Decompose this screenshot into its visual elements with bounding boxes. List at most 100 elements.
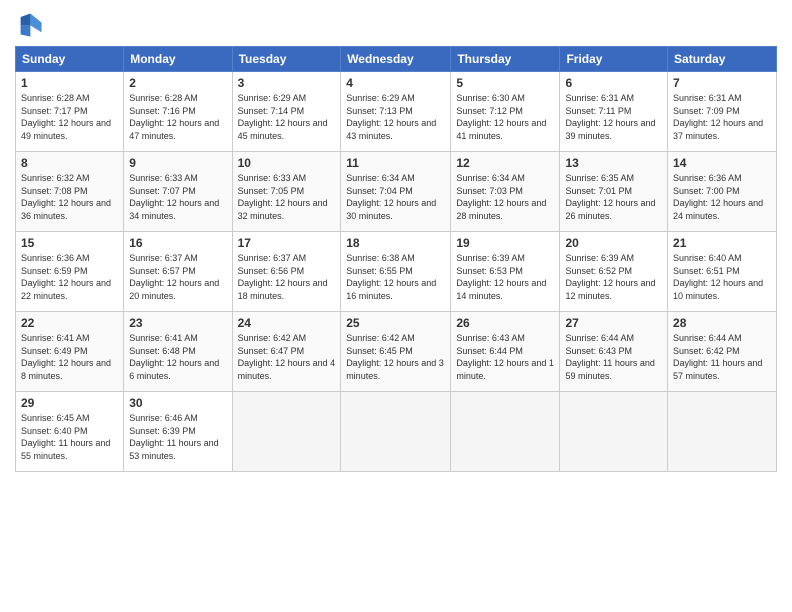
day-number: 14 bbox=[673, 156, 771, 170]
calendar-cell: 21 Sunrise: 6:40 AMSunset: 6:51 PMDaylig… bbox=[668, 232, 777, 312]
calendar-cell: 2 Sunrise: 6:28 AMSunset: 7:16 PMDayligh… bbox=[124, 72, 232, 152]
day-detail: Sunrise: 6:33 AMSunset: 7:05 PMDaylight:… bbox=[238, 172, 336, 222]
day-number: 17 bbox=[238, 236, 336, 250]
calendar-cell: 19 Sunrise: 6:39 AMSunset: 6:53 PMDaylig… bbox=[451, 232, 560, 312]
calendar-header-row: Sunday Monday Tuesday Wednesday Thursday… bbox=[16, 47, 777, 72]
day-detail: Sunrise: 6:34 AMSunset: 7:03 PMDaylight:… bbox=[456, 172, 554, 222]
calendar-cell: 17 Sunrise: 6:37 AMSunset: 6:56 PMDaylig… bbox=[232, 232, 341, 312]
calendar-cell: 15 Sunrise: 6:36 AMSunset: 6:59 PMDaylig… bbox=[16, 232, 124, 312]
calendar-week-4: 29 Sunrise: 6:45 AMSunset: 6:40 PMDaylig… bbox=[16, 392, 777, 472]
col-saturday: Saturday bbox=[668, 47, 777, 72]
calendar-cell: 11 Sunrise: 6:34 AMSunset: 7:04 PMDaylig… bbox=[341, 152, 451, 232]
day-number: 10 bbox=[238, 156, 336, 170]
calendar-cell: 5 Sunrise: 6:30 AMSunset: 7:12 PMDayligh… bbox=[451, 72, 560, 152]
header bbox=[15, 10, 777, 38]
col-tuesday: Tuesday bbox=[232, 47, 341, 72]
day-detail: Sunrise: 6:39 AMSunset: 6:52 PMDaylight:… bbox=[565, 252, 662, 302]
calendar-cell: 7 Sunrise: 6:31 AMSunset: 7:09 PMDayligh… bbox=[668, 72, 777, 152]
day-number: 30 bbox=[129, 396, 226, 410]
day-detail: Sunrise: 6:28 AMSunset: 7:16 PMDaylight:… bbox=[129, 92, 226, 142]
day-detail: Sunrise: 6:46 AMSunset: 6:39 PMDaylight:… bbox=[129, 412, 226, 462]
calendar-cell: 8 Sunrise: 6:32 AMSunset: 7:08 PMDayligh… bbox=[16, 152, 124, 232]
day-detail: Sunrise: 6:35 AMSunset: 7:01 PMDaylight:… bbox=[565, 172, 662, 222]
day-number: 27 bbox=[565, 316, 662, 330]
day-number: 1 bbox=[21, 76, 118, 90]
calendar-cell: 4 Sunrise: 6:29 AMSunset: 7:13 PMDayligh… bbox=[341, 72, 451, 152]
logo-icon bbox=[15, 10, 43, 38]
day-detail: Sunrise: 6:31 AMSunset: 7:11 PMDaylight:… bbox=[565, 92, 662, 142]
day-detail: Sunrise: 6:30 AMSunset: 7:12 PMDaylight:… bbox=[456, 92, 554, 142]
col-friday: Friday bbox=[560, 47, 668, 72]
day-detail: Sunrise: 6:40 AMSunset: 6:51 PMDaylight:… bbox=[673, 252, 771, 302]
calendar-cell bbox=[341, 392, 451, 472]
day-number: 11 bbox=[346, 156, 445, 170]
day-number: 24 bbox=[238, 316, 336, 330]
calendar-cell: 23 Sunrise: 6:41 AMSunset: 6:48 PMDaylig… bbox=[124, 312, 232, 392]
day-detail: Sunrise: 6:38 AMSunset: 6:55 PMDaylight:… bbox=[346, 252, 445, 302]
calendar-week-3: 22 Sunrise: 6:41 AMSunset: 6:49 PMDaylig… bbox=[16, 312, 777, 392]
day-number: 29 bbox=[21, 396, 118, 410]
col-thursday: Thursday bbox=[451, 47, 560, 72]
calendar-week-1: 8 Sunrise: 6:32 AMSunset: 7:08 PMDayligh… bbox=[16, 152, 777, 232]
day-number: 28 bbox=[673, 316, 771, 330]
day-number: 16 bbox=[129, 236, 226, 250]
calendar-cell bbox=[232, 392, 341, 472]
day-detail: Sunrise: 6:36 AMSunset: 6:59 PMDaylight:… bbox=[21, 252, 118, 302]
calendar-week-0: 1 Sunrise: 6:28 AMSunset: 7:17 PMDayligh… bbox=[16, 72, 777, 152]
calendar-cell: 22 Sunrise: 6:41 AMSunset: 6:49 PMDaylig… bbox=[16, 312, 124, 392]
day-detail: Sunrise: 6:44 AMSunset: 6:43 PMDaylight:… bbox=[565, 332, 662, 382]
day-number: 6 bbox=[565, 76, 662, 90]
col-sunday: Sunday bbox=[16, 47, 124, 72]
calendar-week-2: 15 Sunrise: 6:36 AMSunset: 6:59 PMDaylig… bbox=[16, 232, 777, 312]
calendar-cell: 28 Sunrise: 6:44 AMSunset: 6:42 PMDaylig… bbox=[668, 312, 777, 392]
day-number: 9 bbox=[129, 156, 226, 170]
logo bbox=[15, 10, 47, 38]
calendar-table: Sunday Monday Tuesday Wednesday Thursday… bbox=[15, 46, 777, 472]
day-number: 8 bbox=[21, 156, 118, 170]
calendar-cell: 20 Sunrise: 6:39 AMSunset: 6:52 PMDaylig… bbox=[560, 232, 668, 312]
day-number: 5 bbox=[456, 76, 554, 90]
calendar-cell: 1 Sunrise: 6:28 AMSunset: 7:17 PMDayligh… bbox=[16, 72, 124, 152]
day-detail: Sunrise: 6:29 AMSunset: 7:13 PMDaylight:… bbox=[346, 92, 445, 142]
day-number: 19 bbox=[456, 236, 554, 250]
day-detail: Sunrise: 6:41 AMSunset: 6:49 PMDaylight:… bbox=[21, 332, 118, 382]
calendar-cell: 3 Sunrise: 6:29 AMSunset: 7:14 PMDayligh… bbox=[232, 72, 341, 152]
day-detail: Sunrise: 6:44 AMSunset: 6:42 PMDaylight:… bbox=[673, 332, 771, 382]
day-detail: Sunrise: 6:36 AMSunset: 7:00 PMDaylight:… bbox=[673, 172, 771, 222]
day-number: 12 bbox=[456, 156, 554, 170]
day-number: 18 bbox=[346, 236, 445, 250]
day-number: 25 bbox=[346, 316, 445, 330]
calendar-cell: 27 Sunrise: 6:44 AMSunset: 6:43 PMDaylig… bbox=[560, 312, 668, 392]
day-detail: Sunrise: 6:41 AMSunset: 6:48 PMDaylight:… bbox=[129, 332, 226, 382]
day-number: 7 bbox=[673, 76, 771, 90]
calendar-cell bbox=[451, 392, 560, 472]
col-monday: Monday bbox=[124, 47, 232, 72]
day-number: 23 bbox=[129, 316, 226, 330]
calendar-cell: 16 Sunrise: 6:37 AMSunset: 6:57 PMDaylig… bbox=[124, 232, 232, 312]
day-detail: Sunrise: 6:29 AMSunset: 7:14 PMDaylight:… bbox=[238, 92, 336, 142]
calendar-cell: 10 Sunrise: 6:33 AMSunset: 7:05 PMDaylig… bbox=[232, 152, 341, 232]
day-detail: Sunrise: 6:28 AMSunset: 7:17 PMDaylight:… bbox=[21, 92, 118, 142]
day-detail: Sunrise: 6:37 AMSunset: 6:57 PMDaylight:… bbox=[129, 252, 226, 302]
calendar-cell: 14 Sunrise: 6:36 AMSunset: 7:00 PMDaylig… bbox=[668, 152, 777, 232]
day-detail: Sunrise: 6:42 AMSunset: 6:47 PMDaylight:… bbox=[238, 332, 336, 382]
day-detail: Sunrise: 6:42 AMSunset: 6:45 PMDaylight:… bbox=[346, 332, 445, 382]
day-number: 15 bbox=[21, 236, 118, 250]
day-number: 2 bbox=[129, 76, 226, 90]
day-detail: Sunrise: 6:31 AMSunset: 7:09 PMDaylight:… bbox=[673, 92, 771, 142]
day-detail: Sunrise: 6:39 AMSunset: 6:53 PMDaylight:… bbox=[456, 252, 554, 302]
day-detail: Sunrise: 6:43 AMSunset: 6:44 PMDaylight:… bbox=[456, 332, 554, 382]
day-detail: Sunrise: 6:33 AMSunset: 7:07 PMDaylight:… bbox=[129, 172, 226, 222]
day-number: 21 bbox=[673, 236, 771, 250]
day-number: 13 bbox=[565, 156, 662, 170]
calendar-cell bbox=[668, 392, 777, 472]
calendar-cell: 26 Sunrise: 6:43 AMSunset: 6:44 PMDaylig… bbox=[451, 312, 560, 392]
day-number: 26 bbox=[456, 316, 554, 330]
calendar-cell bbox=[560, 392, 668, 472]
calendar-cell: 24 Sunrise: 6:42 AMSunset: 6:47 PMDaylig… bbox=[232, 312, 341, 392]
day-number: 3 bbox=[238, 76, 336, 90]
day-detail: Sunrise: 6:34 AMSunset: 7:04 PMDaylight:… bbox=[346, 172, 445, 222]
page: Sunday Monday Tuesday Wednesday Thursday… bbox=[0, 0, 792, 612]
day-number: 20 bbox=[565, 236, 662, 250]
day-detail: Sunrise: 6:37 AMSunset: 6:56 PMDaylight:… bbox=[238, 252, 336, 302]
